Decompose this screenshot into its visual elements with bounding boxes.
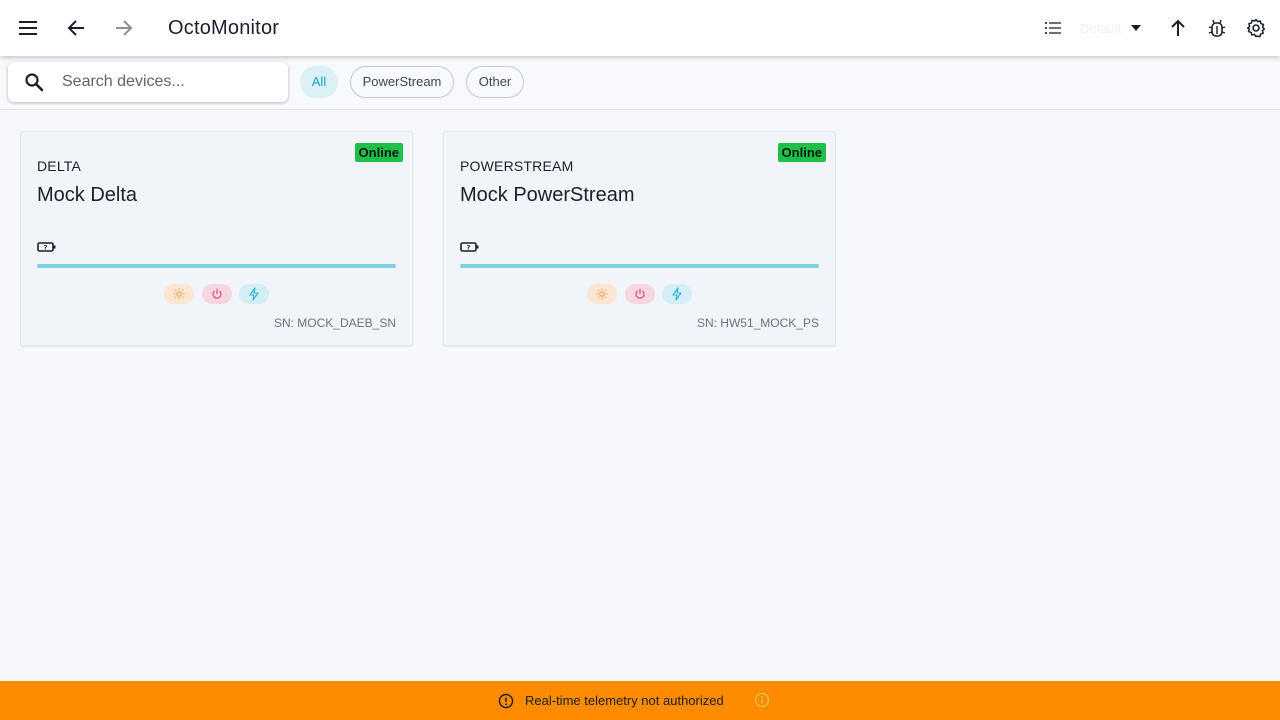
list-icon [1045,22,1061,34]
battery-level-bar [460,264,819,268]
filter-chip-all[interactable]: All [300,66,338,98]
layout-select-value: Default [1080,20,1122,36]
battery-icon: ? [460,242,479,252]
device-type: POWERSTREAM [460,158,574,174]
sun-icon [173,288,185,300]
filter-chip-powerstream[interactable]: PowerStream [350,66,454,98]
svg-text:?: ? [44,244,48,252]
device-name: Mock PowerStream [460,184,635,206]
arrow-back-icon [67,20,84,36]
telemetry-warning-banner: Real-time telemetry not authorized [0,681,1280,720]
app-bar: OctoMonitor Default [0,0,1280,56]
menu-icon [19,21,37,35]
filter-chip-other[interactable]: Other [466,66,524,98]
battery-level-fill [460,264,819,268]
device-name: Mock Delta [37,184,138,206]
upload-button[interactable] [1158,8,1198,48]
status-badge: Online [354,143,403,162]
banner-message: Real-time telemetry not authorized [525,693,724,708]
alert-circle-icon [498,693,514,709]
forward-button[interactable] [104,8,144,48]
svg-text:?: ? [467,244,471,252]
solar-button[interactable] [164,284,194,304]
layout-select[interactable]: Default [1080,16,1144,40]
filter-bar: All PowerStream Other [0,56,1280,110]
caret-down-icon [1131,25,1141,31]
search-icon [25,73,44,92]
menu-button[interactable] [8,8,48,48]
bolt-icon [249,287,259,301]
power-button[interactable] [202,284,232,304]
bolt-icon [672,287,682,301]
power-button[interactable] [625,284,655,304]
bug-icon [1208,19,1226,37]
battery-level-bar [37,264,396,268]
search-box [8,62,288,102]
device-actions [587,284,697,304]
view-toggle-button[interactable] [1033,8,1073,48]
device-type: DELTA [37,158,82,174]
power-icon [212,288,222,299]
battery-level-fill [37,264,396,268]
device-card-powerstream[interactable]: Online POWERSTREAM Mock PowerStream ? SN… [443,131,836,346]
back-button[interactable] [56,8,96,48]
battery-icon: ? [37,242,56,252]
sun-icon [596,288,608,300]
search-input[interactable] [62,68,276,96]
info-icon[interactable] [754,692,770,708]
app-title: OctoMonitor [168,17,280,39]
arrow-up-icon [1171,19,1185,36]
debug-button[interactable] [1197,8,1237,48]
device-serial: SN: HW51_MOCK_PS [696,316,819,330]
device-card-delta[interactable]: Online DELTA Mock Delta ? SN: MOCK_DAEB_… [20,131,413,346]
gear-icon [1246,18,1266,38]
solar-button[interactable] [587,284,617,304]
bolt-button[interactable] [239,284,269,304]
settings-button[interactable] [1236,8,1276,48]
status-badge: Online [777,143,826,162]
arrow-forward-icon [116,20,133,36]
device-actions [164,284,274,304]
device-serial: SN: MOCK_DAEB_SN [273,316,396,330]
power-icon [635,288,645,299]
bolt-button[interactable] [662,284,692,304]
